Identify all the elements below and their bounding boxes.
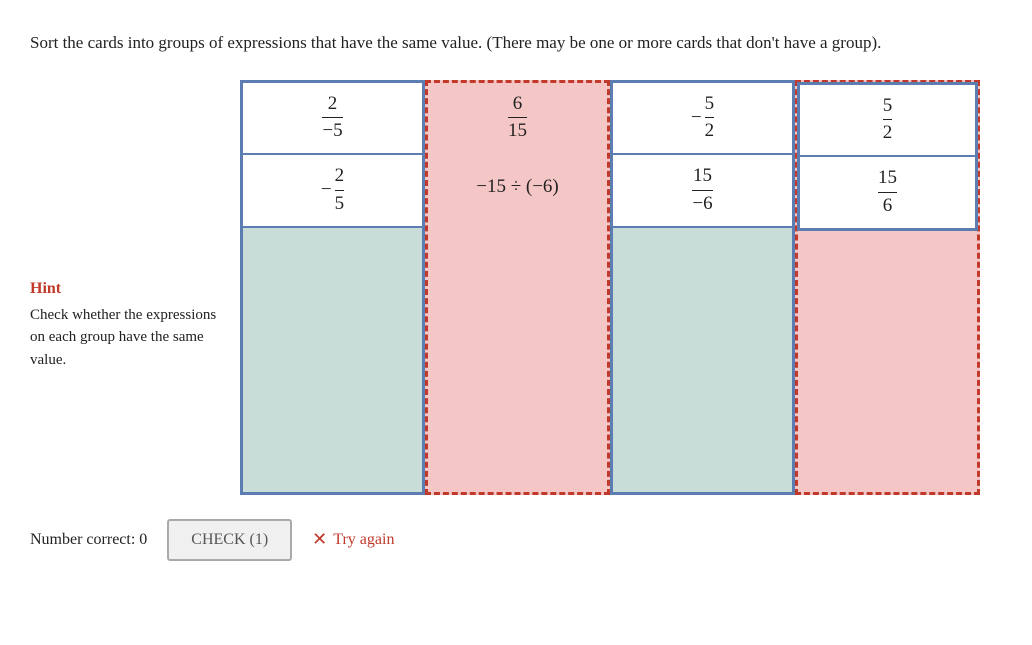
- card-col4-row1[interactable]: 5 2: [797, 82, 978, 159]
- try-again-button[interactable]: ✕ Try again: [312, 529, 394, 550]
- card-col2-row2[interactable]: −15 ÷ (−6): [428, 153, 607, 221]
- fraction-15-neg6: 15 −6: [692, 165, 712, 216]
- group-column-4[interactable]: 5 2 15 6: [795, 80, 980, 495]
- expression-neg15-div-neg6: −15 ÷ (−6): [476, 176, 559, 198]
- card-col4-row2[interactable]: 15 6: [797, 157, 978, 231]
- group-col1-border: 2 −5 − 2 5: [240, 80, 425, 495]
- try-again-x-icon: ✕: [312, 529, 327, 550]
- col1-spacer: [243, 228, 422, 492]
- card-col3-row2[interactable]: 15 −6: [613, 155, 792, 228]
- try-again-label: Try again: [333, 531, 394, 549]
- col2-spacer: [428, 221, 607, 491]
- fraction-2-neg5: 2 −5: [322, 93, 342, 144]
- bottom-bar: Number correct: 0 CHECK (1) ✕ Try again: [30, 519, 1002, 561]
- group-col2-border: 6 15 −15 ÷ (−6): [425, 80, 610, 495]
- fraction-neg-2-5: 2 5: [335, 165, 345, 216]
- fraction-neg-5-2: 5 2: [705, 93, 715, 144]
- hint-text: Check whether the expressions on each gr…: [30, 304, 220, 372]
- card-col3-row1[interactable]: − 5 2: [613, 83, 792, 156]
- fraction-5-2: 5 2: [883, 95, 893, 146]
- card-col1-row1[interactable]: 2 −5: [243, 83, 422, 156]
- group-column-2[interactable]: 6 15 −15 ÷ (−6): [425, 80, 610, 495]
- col3-spacer: [613, 228, 792, 492]
- instructions-text: Sort the cards into groups of expression…: [30, 30, 930, 56]
- number-correct-label: Number correct: 0: [30, 531, 147, 549]
- fraction-15-6: 15 6: [878, 167, 897, 218]
- group-column-1[interactable]: 2 −5 − 2 5: [240, 80, 425, 495]
- hint-panel: Hint Check whether the expressions on ea…: [30, 80, 240, 372]
- fraction-6-15: 6 15: [508, 93, 527, 144]
- hint-title: Hint: [30, 280, 220, 298]
- group-column-3[interactable]: − 5 2 15 −6: [610, 80, 795, 495]
- main-area: Hint Check whether the expressions on ea…: [30, 80, 1002, 495]
- group-col4-border: 5 2 15 6: [795, 80, 980, 495]
- group-col3-border: − 5 2 15 −6: [610, 80, 795, 495]
- groups-container: 2 −5 − 2 5 6: [240, 80, 980, 495]
- card-col2-row1[interactable]: 6 15: [428, 83, 607, 154]
- check-button[interactable]: CHECK (1): [167, 519, 292, 561]
- card-col1-row2[interactable]: − 2 5: [243, 155, 422, 228]
- col4-spacer: [798, 231, 977, 492]
